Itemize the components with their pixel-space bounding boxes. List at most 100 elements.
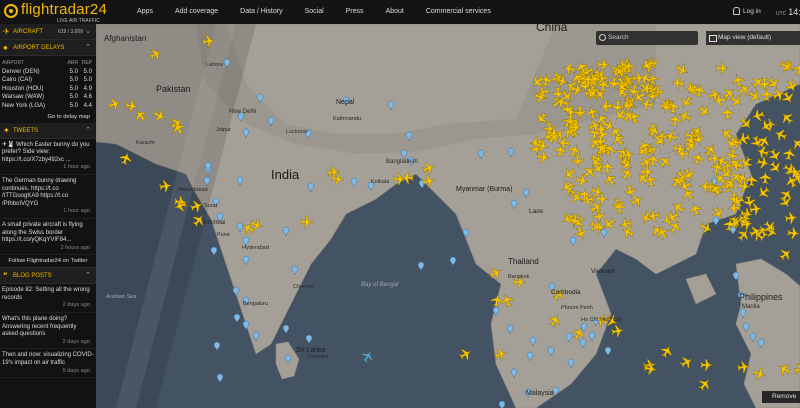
top-bar: flightradar24 LIVE AIR TRAFFIC Apps Add c… <box>0 0 800 24</box>
delay-dep: 4.4 <box>83 102 92 109</box>
blog-item[interactable]: Episode 82: Setting all the wrong record… <box>0 284 96 314</box>
nav-item-commercial-services[interactable]: Commercial services <box>426 0 491 24</box>
delay-row[interactable]: Cairo (CAI) 5.0 5.0 <box>2 76 94 85</box>
country-label: Myanmar (Burma) <box>456 186 513 193</box>
sea-label: Bay of Bengal <box>361 282 399 288</box>
chevron-up-icon[interactable]: ⌃ <box>85 268 91 284</box>
country-label: Sri Lanka <box>296 347 326 354</box>
delay-dep: 5.0 <box>83 77 92 84</box>
chevron-up-icon[interactable]: ⌃ <box>85 123 91 139</box>
delay-arr: 5.0 <box>69 68 78 75</box>
blog-item[interactable]: What's this plane doing? Answering recen… <box>0 313 96 350</box>
city-label: Hyderabad <box>242 245 269 251</box>
city-label: Kathmandu <box>333 116 362 122</box>
delay-airport: Houston (HOU) <box>2 85 44 92</box>
search-input[interactable]: Search <box>596 31 698 45</box>
delay-dep: 4.9 <box>83 85 92 92</box>
nav-item-data-history[interactable]: Data / History <box>240 0 282 24</box>
airport-delays-label: AIRPORT DELAYS <box>13 45 65 51</box>
country-label: Vietnam <box>591 268 615 275</box>
sidebar: ✈ AIRCRAFT 619 / 3,609 ⌄ ● AIRPORT DELAY… <box>0 24 96 408</box>
tweets-item[interactable]: The German bunny drawing continues. http… <box>0 175 96 219</box>
delay-arr: 5.0 <box>69 77 78 84</box>
tweets-text: A small private aircraft is flying along… <box>2 221 83 244</box>
nav-item-add-coverage[interactable]: Add coverage <box>175 0 218 24</box>
nav-item-about[interactable]: About <box>386 0 404 24</box>
delay-table: AIRPORT ARR DEP Denver (DEN) 5.0 5.0 Cairo … <box>0 56 96 111</box>
country-label: Nepal <box>336 99 355 106</box>
country-label: Pakistan <box>156 84 191 94</box>
user-icon <box>733 7 740 16</box>
tweets-item[interactable]: A small private aircraft is flying along… <box>0 219 96 256</box>
chevron-up-icon[interactable]: ⌃ <box>85 40 91 56</box>
remove-ads-button[interactable]: Remove <box>762 391 800 403</box>
city-label: Ho Chi Minh City <box>581 317 623 323</box>
city-label: Bangladesh <box>386 159 418 165</box>
utc-time: 14: <box>788 7 800 17</box>
city-label: Lucknow <box>286 129 308 135</box>
delay-airport: Cairo (CAI) <box>2 77 33 84</box>
aircraft-label: AIRCRAFT <box>13 29 43 35</box>
blog-time: 5 days ago <box>62 367 90 374</box>
country-label: India <box>271 167 300 182</box>
country-label: Cambodia <box>551 289 581 296</box>
delay-dep: 4.6 <box>83 94 92 101</box>
login-label: Log in <box>743 8 761 15</box>
aircraft-count: 619 / 3,609 <box>58 29 84 35</box>
delay-row[interactable]: Denver (DEN) 5.0 5.0 <box>2 68 94 77</box>
delay-row[interactable]: Houston (HOU) 5.0 4.9 <box>2 85 94 94</box>
city-label: Colombo <box>306 354 329 360</box>
city-label: Phnom Penh <box>561 305 593 311</box>
tweets-item[interactable]: ✈🐰 Which Easter bunny do you prefer? Sid… <box>0 139 96 175</box>
utc-clock: UTC 14: <box>776 0 800 26</box>
tweets-header[interactable]: ✦ TWEETS ⌃ <box>0 122 96 139</box>
aircraft-section-header[interactable]: ✈ AIRCRAFT 619 / 3,609 ⌄ <box>0 24 96 40</box>
delay-airport: Warsaw (WAW) <box>2 94 44 101</box>
tweets-text: The German bunny drawing continues. http… <box>2 177 77 207</box>
city-label: Pune <box>217 232 230 238</box>
blog-time: 2 days ago <box>62 302 90 309</box>
nav-item-press[interactable]: Press <box>346 0 364 24</box>
tweets-time: 1 hour ago <box>63 164 90 171</box>
nav-item-apps[interactable]: Apps <box>137 0 153 24</box>
city-label: Ahmedabad <box>178 187 208 193</box>
map-view-selector[interactable]: Map view (default) <box>706 31 800 45</box>
main-nav: Apps Add coverage Data / History Social Pres… <box>137 0 513 24</box>
city-label: Manila <box>742 304 760 310</box>
delay-map-link[interactable]: Go to delay map <box>0 111 96 123</box>
blog-header[interactable]: ❝ BLOG POSTS ⌃ <box>0 268 96 285</box>
col-dep: DEP <box>81 60 92 66</box>
country-label: Philippines <box>739 292 783 302</box>
radar-logo-icon <box>4 4 18 18</box>
login-button[interactable]: Log in <box>733 0 761 24</box>
delay-row[interactable]: New York (LGA) 5.0 4.4 <box>2 102 94 111</box>
chevron-down-icon[interactable]: ⌄ <box>85 24 91 40</box>
map-canvas[interactable] <box>96 24 800 408</box>
blog-text: Then and now: visualizing COVID-19's imp… <box>2 352 94 367</box>
delay-row[interactable]: Warsaw (WAW) 5.0 4.6 <box>2 93 94 102</box>
location-pin-icon: ● <box>3 43 8 52</box>
logo-text: flightradar24 <box>21 1 107 18</box>
nav-item-social[interactable]: Social <box>305 0 324 24</box>
city-label: Bangkok <box>508 274 530 280</box>
delay-table-header: AIRPORT ARR DEP <box>2 59 94 68</box>
city-label: Mumbai <box>204 220 226 226</box>
utc-label: UTC <box>776 11 787 17</box>
airplane-icon: ✈ <box>3 27 10 36</box>
twitter-icon: ✦ <box>3 125 10 135</box>
follow-twitter-link[interactable]: Follow Flightradar24 on Twitter <box>0 255 96 269</box>
country-label: Laos <box>529 208 544 215</box>
city-label: Kolkata <box>371 179 390 185</box>
land-mass <box>735 258 800 408</box>
airport-delays-header[interactable]: ● AIRPORT DELAYS ⌃ <box>0 40 96 56</box>
city-label: Surat <box>204 203 218 209</box>
tweets-text: ✈🐰 Which Easter bunny do you prefer? Sid… <box>2 141 90 163</box>
blog-text: Episode 82: Setting all the wrong record… <box>2 287 90 301</box>
city-label: Karachi <box>136 140 155 146</box>
blog-label: BLOG POSTS <box>13 273 52 280</box>
delay-arr: 5.0 <box>69 85 78 92</box>
logo[interactable]: flightradar24 LIVE AIR TRAFFIC <box>4 1 107 24</box>
delay-dep: 5.0 <box>83 68 92 75</box>
flight-map[interactable]: Afghanistan Pakistan India Nepal China Myanma… <box>96 24 800 408</box>
blog-item[interactable]: Then and now: visualizing COVID-19's imp… <box>0 349 96 379</box>
